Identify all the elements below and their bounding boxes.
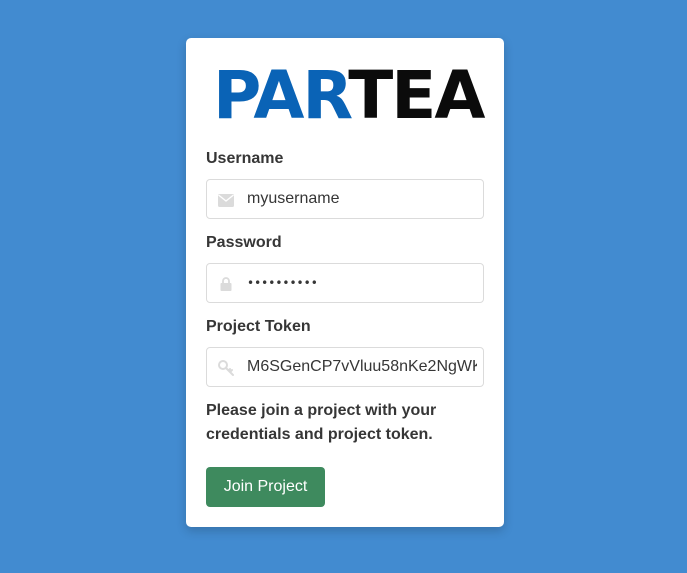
instruction-message: Please join a project with your credenti… xyxy=(206,402,437,443)
password-field[interactable] xyxy=(206,263,484,303)
project-token-field[interactable] xyxy=(206,347,484,387)
join-project-button[interactable]: Join Project xyxy=(206,467,325,507)
username-input[interactable] xyxy=(247,180,477,218)
lock-icon xyxy=(217,275,235,293)
project-token-input[interactable] xyxy=(247,348,477,386)
username-field[interactable] xyxy=(206,179,484,219)
logo-text-par: PAR xyxy=(213,57,350,134)
partea-logo: PARTEA xyxy=(213,63,485,129)
logo-text-tea: TEA xyxy=(348,57,485,134)
password-input[interactable] xyxy=(247,264,477,302)
login-card: PARTEA Username Password Project Token xyxy=(186,38,504,527)
username-label: Username xyxy=(206,150,284,167)
envelope-icon xyxy=(217,191,235,209)
key-icon xyxy=(217,359,235,377)
project-token-label: Project Token xyxy=(206,318,311,335)
password-label: Password xyxy=(206,234,282,251)
